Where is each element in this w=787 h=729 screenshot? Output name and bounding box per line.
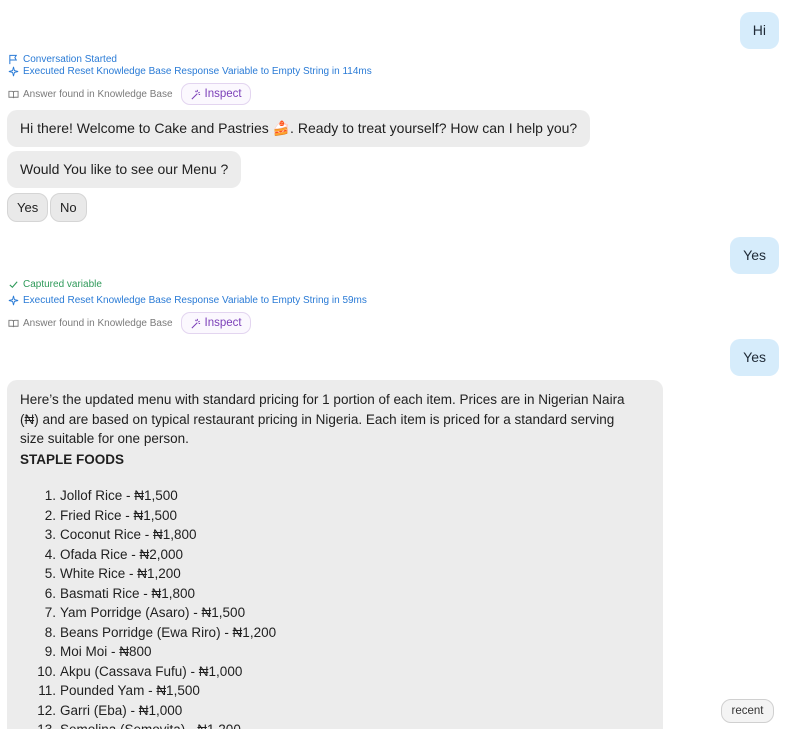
wand-icon	[191, 89, 200, 99]
event-text: Answer found in Knowledge Base	[23, 317, 173, 329]
bot-message-text: Would You like to see our Menu ?	[20, 161, 229, 177]
menu-list: 1. Jollof Rice - ₦1,500 2. Fried Rice - ₦1,…	[20, 486, 635, 729]
menu-item-text: Semolina (Semovita) - ₦1,200	[60, 720, 241, 729]
inspect-button[interactable]: Inspect	[180, 83, 251, 105]
menu-list-item: 6. Basmati Rice - ₦1,800	[20, 584, 635, 604]
user-message-text: Yes	[743, 349, 766, 365]
menu-list-item: 10. Akpu (Cassava Fufu) - ₦1,000	[20, 662, 635, 682]
book-icon	[8, 319, 19, 327]
menu-item-text: White Rice - ₦1,200	[60, 566, 181, 581]
user-message-hi: Hi	[739, 12, 779, 49]
menu-list-item: 2. Fried Rice - ₦1,500	[20, 506, 635, 526]
menu-item-text: Coconut Rice - ₦1,800	[60, 527, 197, 542]
wand-icon	[191, 318, 200, 328]
event-conversation-started: Conversation Started	[8, 54, 117, 65]
menu-item-text: Beans Porridge (Ewa Riro) - ₦1,200	[60, 624, 277, 640]
menu-heading: STAPLE FOODS	[20, 451, 125, 467]
menu-list-item: 9. Moi Moi - ₦800	[20, 642, 635, 662]
inspect-label: Inspect	[204, 88, 242, 100]
book-icon	[8, 90, 19, 98]
menu-item-text: Yam Porridge (Asaro) - ₦1,500	[60, 605, 246, 620]
bot-message-welcome: Hi there! Welcome to Cake and Pastries 🍰…	[7, 110, 591, 147]
event-text: Conversation Started	[23, 54, 117, 65]
event-captured-variable: Captured variable	[8, 279, 102, 290]
flag-icon	[9, 54, 18, 65]
check-icon	[9, 281, 18, 289]
quick-reply-label: Yes	[17, 200, 39, 215]
menu-item-text: Pounded Yam - ₦1,500	[60, 683, 200, 698]
event-answer-found: Answer found in Knowledge Base Inspect	[8, 83, 251, 105]
sparkle-icon	[8, 295, 19, 306]
bot-message-text: Hi there! Welcome to Cake and Pastries 🍰…	[20, 120, 578, 136]
menu-item-text: Akpu (Cassava Fufu) - ₦1,000	[60, 663, 243, 679]
inspect-label: Inspect	[204, 317, 242, 329]
event-answer-found: Answer found in Knowledge Base Inspect	[8, 312, 251, 334]
recent-label: recent	[731, 705, 764, 717]
menu-item-number: 1.	[44, 488, 56, 503]
quick-reply-yes[interactable]: Yes	[7, 193, 49, 222]
inspect-button[interactable]: Inspect	[180, 312, 251, 334]
menu-item-number: 4.	[44, 546, 56, 562]
menu-item-number: 13.	[20, 720, 60, 729]
menu-item-number: 11.	[38, 683, 56, 698]
quick-reply-no[interactable]: No	[50, 193, 87, 222]
bot-message-menu: Here’s the updated menu with standard pr…	[7, 380, 663, 729]
user-message-text: Yes	[743, 247, 766, 263]
menu-list-item: 12. Garri (Eba) - ₦1,000	[20, 701, 635, 721]
menu-item-number: 7.	[44, 605, 56, 620]
menu-item-text: Jollof Rice - ₦1,500	[60, 488, 178, 503]
event-text: Captured variable	[23, 279, 102, 290]
menu-list-item: 3. Coconut Rice - ₦1,800	[20, 525, 635, 545]
menu-item-text: Garri (Eba) - ₦1,000	[60, 702, 183, 718]
event-executed-reset: Executed Reset Knowledge Base Response V…	[8, 295, 367, 306]
menu-item-number: 8.	[44, 624, 56, 640]
menu-list-item: 5. White Rice - ₦1,200	[20, 564, 635, 584]
menu-intro: Here’s the updated menu with standard pr…	[20, 392, 625, 446]
menu-list-item: 11. Pounded Yam - ₦1,500	[20, 681, 635, 701]
menu-list-item: 7. Yam Porridge (Asaro) - ₦1,500	[20, 603, 635, 623]
menu-item-number: 3.	[44, 527, 56, 542]
menu-item-number: 10.	[37, 663, 56, 679]
event-executed-reset: Executed Reset Knowledge Base Response V…	[8, 66, 372, 77]
event-text: Executed Reset Knowledge Base Response V…	[23, 295, 367, 306]
user-message-text: Hi	[752, 22, 766, 38]
quick-reply-label: No	[60, 200, 77, 215]
menu-item-number: 6.	[44, 585, 56, 601]
menu-item-text: Ofada Rice - ₦2,000	[60, 546, 184, 562]
menu-item-number: 12.	[37, 702, 56, 718]
menu-list-item: 4. Ofada Rice - ₦2,000	[20, 545, 635, 565]
menu-item-number: 5.	[44, 566, 56, 581]
menu-item-number: 9.	[44, 644, 56, 659]
recent-button[interactable]: recent	[721, 699, 774, 723]
menu-item-number: 2.	[44, 507, 56, 523]
menu-item-text: Moi Moi - ₦800	[60, 644, 152, 659]
event-text: Executed Reset Knowledge Base Response V…	[23, 66, 372, 77]
event-text: Answer found in Knowledge Base	[23, 88, 173, 100]
menu-list-item: 13.Semolina (Semovita) - ₦1,200	[20, 720, 635, 729]
user-message-yes: Yes	[730, 339, 779, 376]
menu-list-item: 8. Beans Porridge (Ewa Riro) - ₦1,200	[20, 623, 635, 643]
sparkle-icon	[8, 66, 19, 77]
bot-message-menu-question: Would You like to see our Menu ?	[7, 151, 242, 188]
menu-list-item: 1. Jollof Rice - ₦1,500	[20, 486, 635, 506]
menu-item-text: Basmati Rice - ₦1,800	[60, 585, 196, 601]
user-message-yes: Yes	[730, 237, 779, 274]
menu-item-text: Fried Rice - ₦1,500	[60, 507, 178, 523]
